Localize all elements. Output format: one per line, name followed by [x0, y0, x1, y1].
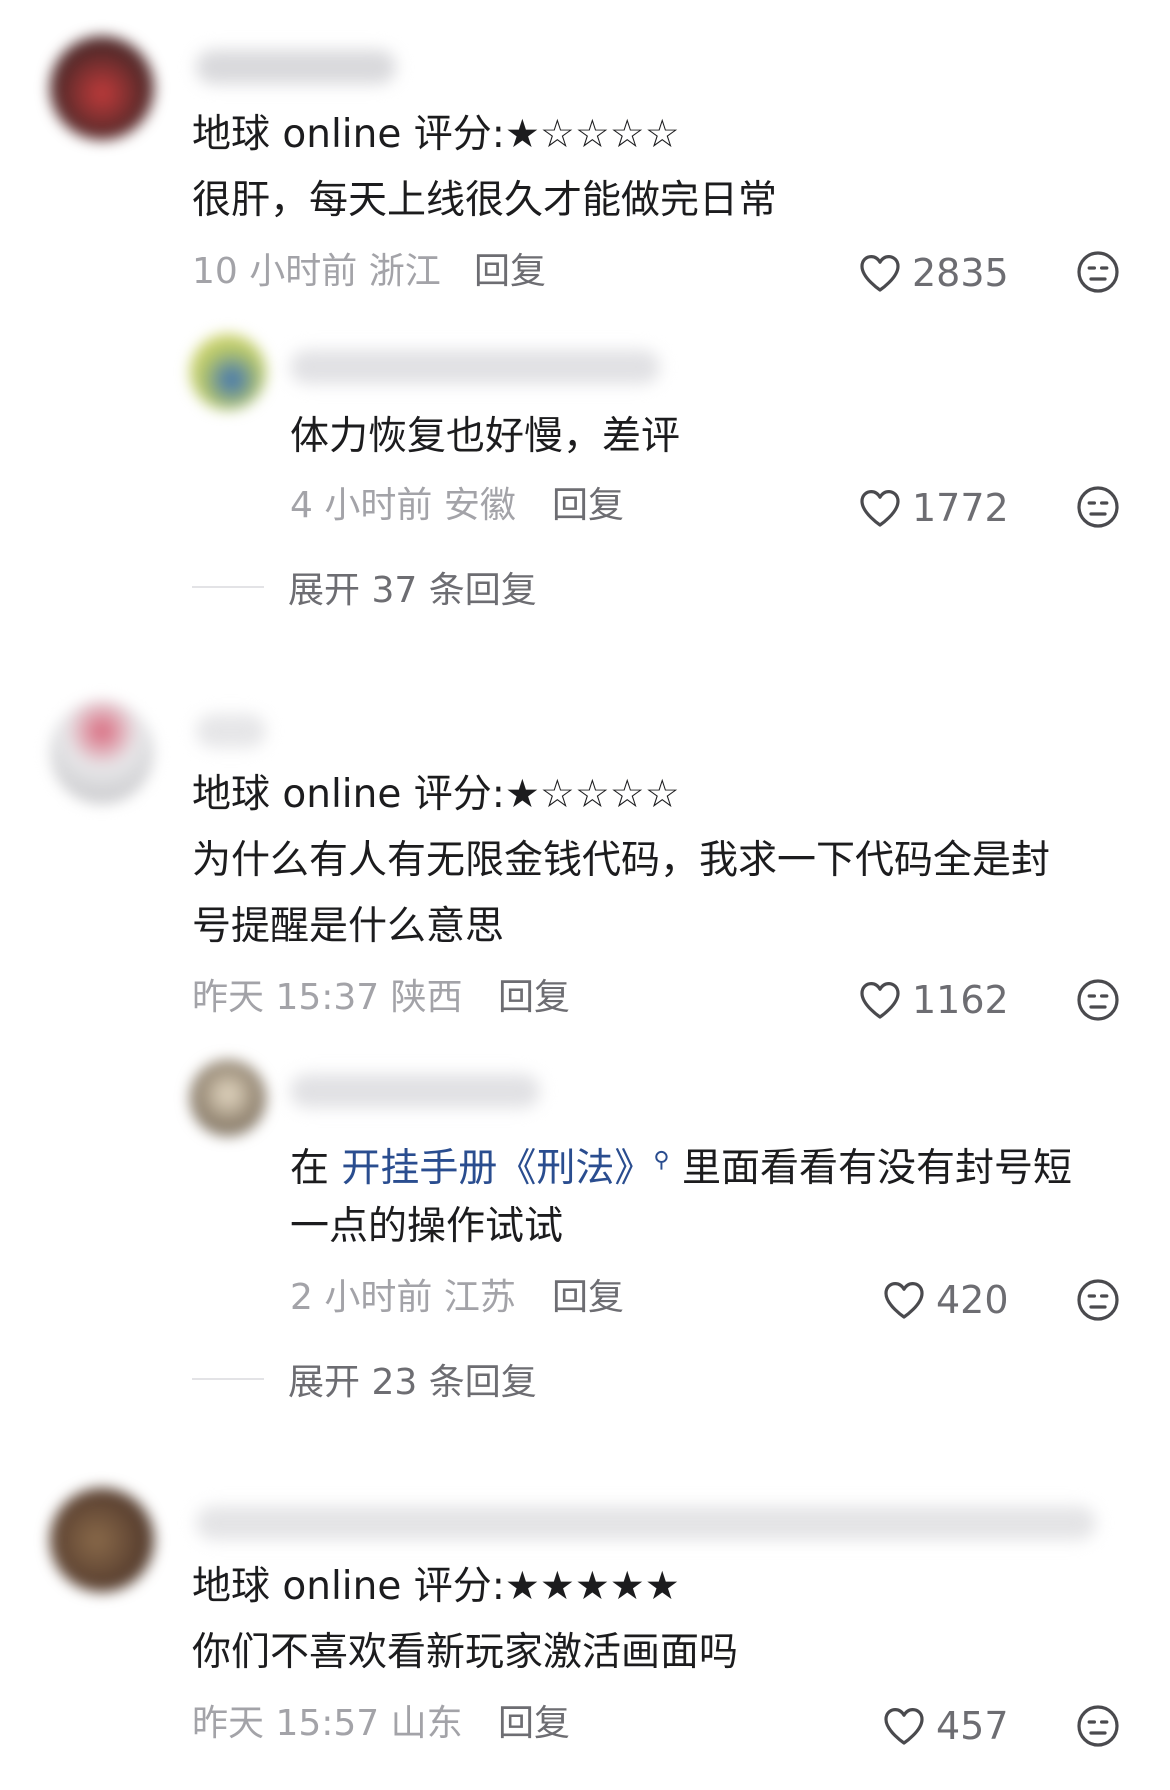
reply-time: 2 小时前: [290, 1277, 433, 1318]
username-blurred[interactable]: [290, 1074, 540, 1108]
divider: [192, 1378, 264, 1380]
neutral-face-icon[interactable]: [1074, 248, 1122, 296]
comment-location: 陕西: [390, 977, 463, 1018]
like-button[interactable]: 457: [880, 1698, 1009, 1754]
reply-meta: 2 小时前 江苏: [290, 1276, 516, 1320]
avatar[interactable]: [50, 700, 154, 804]
heart-outline-icon: [860, 490, 900, 527]
like-count: 1772: [912, 486, 1009, 530]
avatar[interactable]: [190, 334, 266, 410]
rating-line: 地球 online 评分:★☆☆☆☆: [192, 112, 680, 157]
like-count: 420: [936, 1278, 1009, 1322]
rating-line: 地球 online 评分:★★★★★: [192, 1564, 680, 1609]
like-count: 2835: [912, 251, 1009, 295]
reply-time: 4 小时前: [290, 485, 433, 526]
reply-button[interactable]: 回复: [498, 1702, 570, 1746]
comment-body-line-2: 号提醒是什么意思: [192, 904, 505, 949]
reply-button[interactable]: 回复: [498, 976, 570, 1020]
comment-time: 10 小时前: [192, 251, 358, 292]
avatar[interactable]: [190, 1060, 266, 1136]
neutral-face-icon[interactable]: [1074, 1702, 1122, 1750]
neutral-face-icon[interactable]: [1074, 976, 1122, 1024]
rating-line: 地球 online 评分:★☆☆☆☆: [192, 772, 680, 817]
username-blurred[interactable]: [196, 50, 396, 84]
reply-button[interactable]: 回复: [474, 250, 546, 294]
expand-replies-label: 展开 23 条回复: [288, 1362, 537, 1403]
comment-body-line-1: 为什么有人有无限金钱代码，我求一下代码全是封: [192, 838, 1051, 883]
like-button[interactable]: 420: [880, 1272, 1009, 1328]
expand-replies-label: 展开 37 条回复: [288, 570, 537, 611]
expand-replies[interactable]: 展开 23 条回复: [192, 1354, 537, 1404]
neutral-face-icon[interactable]: [1074, 483, 1122, 531]
avatar[interactable]: [50, 1488, 154, 1592]
reply-button[interactable]: 回复: [552, 1276, 624, 1320]
username-blurred[interactable]: [196, 714, 266, 748]
comment-body: 很肝，每天上线很久才能做完日常: [192, 178, 778, 223]
comment-location: 浙江: [368, 251, 441, 292]
heart-outline-icon: [884, 1282, 924, 1319]
comment-time: 昨天 15:57: [192, 1703, 380, 1744]
reply-meta: 4 小时前 安徽: [290, 484, 516, 528]
expand-replies[interactable]: 展开 37 条回复: [192, 562, 537, 612]
reply-body: 体力恢复也好慢，差评: [290, 414, 681, 459]
search-link[interactable]: 开挂手册《刑法》: [341, 1146, 653, 1191]
reply-button[interactable]: 回复: [552, 484, 624, 528]
username-blurred[interactable]: [290, 350, 660, 384]
search-icon[interactable]: ⚲: [653, 1148, 669, 1173]
like-count: 1162: [912, 978, 1009, 1022]
comment-meta: 昨天 15:37 陕西: [192, 976, 463, 1020]
comment-meta: 10 小时前 浙江: [192, 250, 441, 294]
username-blurred[interactable]: [196, 1506, 1096, 1540]
reply-body-line-1: 在 开挂手册《刑法》⚲ 里面看看有没有封号短: [290, 1128, 1072, 1202]
like-button[interactable]: 2835: [856, 245, 1009, 301]
reply-location: 安徽: [443, 485, 516, 526]
heart-outline-icon: [884, 1708, 924, 1745]
avatar[interactable]: [50, 36, 154, 140]
divider: [192, 586, 264, 588]
like-button[interactable]: 1772: [856, 480, 1009, 536]
like-count: 457: [936, 1704, 1009, 1748]
reply-body-line-2: 一点的操作试试: [290, 1204, 564, 1249]
comment-body: 你们不喜欢看新玩家激活画面吗: [192, 1630, 739, 1675]
reply-body-rest: 里面看看有没有封号短: [669, 1146, 1072, 1191]
like-button[interactable]: 1162: [856, 972, 1009, 1028]
reply-body-prefix: 在: [290, 1146, 342, 1191]
comment-meta: 昨天 15:57 山东: [192, 1702, 463, 1746]
heart-outline-icon: [860, 255, 900, 292]
comment-location: 山东: [390, 1703, 463, 1744]
heart-outline-icon: [860, 982, 900, 1019]
comment-time: 昨天 15:37: [192, 977, 380, 1018]
reply-location: 江苏: [443, 1277, 516, 1318]
neutral-face-icon[interactable]: [1074, 1276, 1122, 1324]
